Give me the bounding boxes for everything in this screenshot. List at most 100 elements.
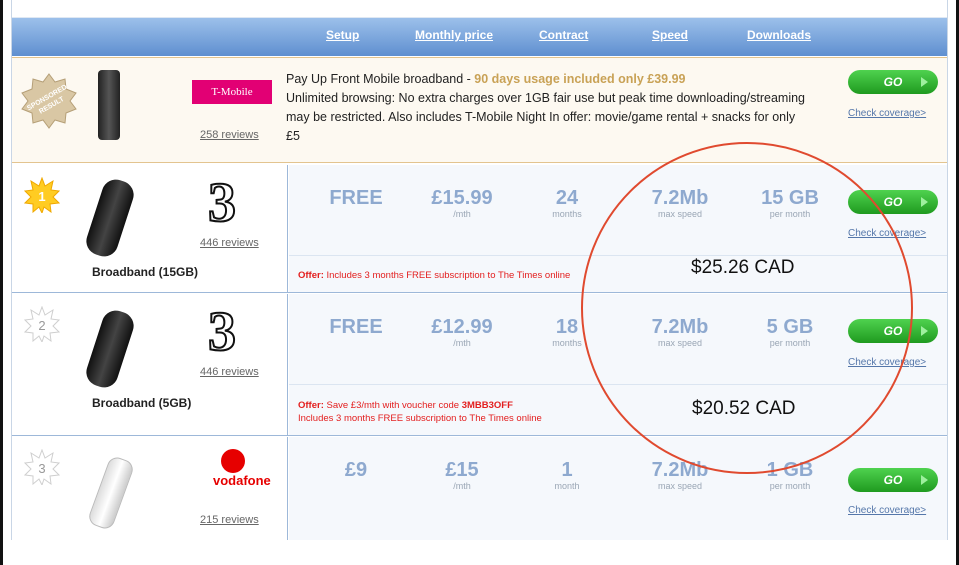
svg-text:3: 3 [38,461,45,476]
offer-divider [289,384,947,385]
product-name-1: Broadband (15GB) [92,265,199,279]
downloads-text: 15 GB [761,187,819,209]
sort-setup-link[interactable]: Setup [326,28,359,42]
speed-unit: max speed [657,338,703,348]
speed-value: 7.2Mb max speed [625,316,735,348]
check-coverage-link-sponsored[interactable]: Check coverage> [848,108,926,119]
sort-monthly-price-link[interactable]: Monthly price [415,28,493,42]
vodafone-logo[interactable]: vodafone [213,449,271,488]
three-logo[interactable]: 3 [207,174,237,232]
contract-text: 24 [555,187,579,209]
go-button-label: GO [883,195,903,209]
vodafone-wordmark: vodafone [213,473,271,488]
sponsored-reviews-link[interactable]: 258 reviews [200,129,259,141]
offer-divider [289,255,947,256]
speed-value: 7.2Mb max speed [625,187,735,219]
setup-value: FREE [301,316,411,338]
downloads-value: 1 GB per month [735,459,845,491]
contract-length: 18 months [512,316,622,348]
rank-3-star-icon: 3 [23,448,61,487]
go-button-label: GO [883,473,903,487]
monthly-price: £15/mth [407,459,517,491]
sort-speed-link[interactable]: Speed [652,28,688,42]
contract-unit: month [554,481,580,491]
svg-text:1: 1 [38,189,45,204]
rank-1-star-icon: 1 [23,176,61,215]
result-row-3: 3 vodafone 215 reviews £9 £15/mth 1 month… [12,437,947,540]
downloads-unit: per month [769,481,811,491]
go-button-label: GO [883,324,903,338]
arrow-right-icon [921,197,928,207]
three-logo[interactable]: 3 [207,303,237,361]
contract-unit: months [552,209,582,219]
go-button-3[interactable]: GO [848,468,938,492]
svg-text:2: 2 [38,318,45,333]
header-top-strip [12,0,947,18]
contract-unit: months [552,338,582,348]
t-mobile-logo-text: T-Mobile [211,86,253,98]
reviews-link-3[interactable]: 215 reviews [200,514,259,526]
setup-value: FREE [301,187,411,209]
offer-body-line2: Includes 3 months FREE subscription to T… [298,413,542,424]
contract-text: 1 [561,459,573,481]
contract-length: 1 month [512,459,622,491]
speed-unit: max speed [657,481,703,491]
voucher-code: 3MBB3OFF [461,400,513,411]
go-button-label: GO [883,75,903,89]
table-header: Setup Monthly price Contract Speed Downl… [12,0,947,56]
speed-text: 7.2Mb [651,187,709,209]
setup-value: £9 [301,459,411,481]
arrow-right-icon [921,475,928,485]
sort-contract-link[interactable]: Contract [539,28,588,42]
sponsored-badge: SPONSORED RESULT [20,72,78,130]
go-button-1[interactable]: GO [848,190,938,214]
price-text: £15.99 [431,187,493,209]
price-text: £12.99 [431,316,493,338]
speed-unit: max speed [657,209,703,219]
reviews-link-1[interactable]: 446 reviews [200,237,259,249]
downloads-value: 5 GB per month [735,316,845,348]
contract-text: 18 [555,316,579,338]
contract-length: 24 months [512,187,622,219]
go-button-2[interactable]: GO [848,319,938,343]
offer-body: Includes 3 months FREE subscription to T… [323,270,571,281]
sponsored-desc: Unlimited browsing: No extra charges ove… [286,91,806,143]
result-row-1: 1 3 446 reviews Broadband (15GB) FREE £1… [12,165,947,293]
speed-value: 7.2Mb max speed [625,459,735,491]
product-name-2: Broadband (5GB) [92,396,192,410]
speed-text: 7.2Mb [651,316,709,338]
sort-downloads-link[interactable]: Downloads [747,28,811,42]
check-coverage-link-3[interactable]: Check coverage> [848,505,926,516]
setup-value-text: £9 [344,459,368,481]
sponsored-description: Pay Up Front Mobile broadband - 90 days … [286,70,806,146]
offer-label: Offer: [298,400,324,411]
result-row-2: 2 3 446 reviews Broadband (5GB) FREE £12… [12,294,947,436]
price-unit: /mth [453,338,471,348]
arrow-right-icon [921,77,928,87]
sponsored-row: SPONSORED RESULT T-Mobile 258 reviews Pa… [12,57,947,163]
arrow-right-icon [921,326,928,336]
speed-text: 7.2Mb [651,459,709,481]
downloads-unit: per month [769,338,811,348]
comparison-table: Setup Monthly price Contract Speed Downl… [11,0,948,540]
t-mobile-logo[interactable]: T-Mobile [192,80,272,104]
check-coverage-link-1[interactable]: Check coverage> [848,228,926,239]
offer-label: Offer: [298,270,324,281]
offer-text-1: Offer: Includes 3 months FREE subscripti… [298,269,570,282]
rank-2-star-icon: 2 [23,305,61,344]
offer-body: Save £3/mth with voucher code [323,400,462,411]
go-button-sponsored[interactable]: GO [848,70,938,94]
price-text: £15 [445,459,479,481]
sponsored-title: Pay Up Front Mobile broadband - [286,72,475,86]
downloads-unit: per month [769,209,811,219]
price-unit: /mth [453,481,471,491]
vodafone-speechmark-icon [221,449,245,473]
reviews-link-2[interactable]: 446 reviews [200,366,259,378]
setup-value-text: FREE [329,316,383,338]
cad-price-annotation-2: $20.52 CAD [692,398,796,419]
price-unit: /mth [453,209,471,219]
cad-price-annotation-1: $25.26 CAD [691,257,795,278]
setup-value-text: FREE [329,187,383,209]
check-coverage-link-2[interactable]: Check coverage> [848,357,926,368]
sponsored-highlight: 90 days usage included only £39.99 [474,72,686,86]
